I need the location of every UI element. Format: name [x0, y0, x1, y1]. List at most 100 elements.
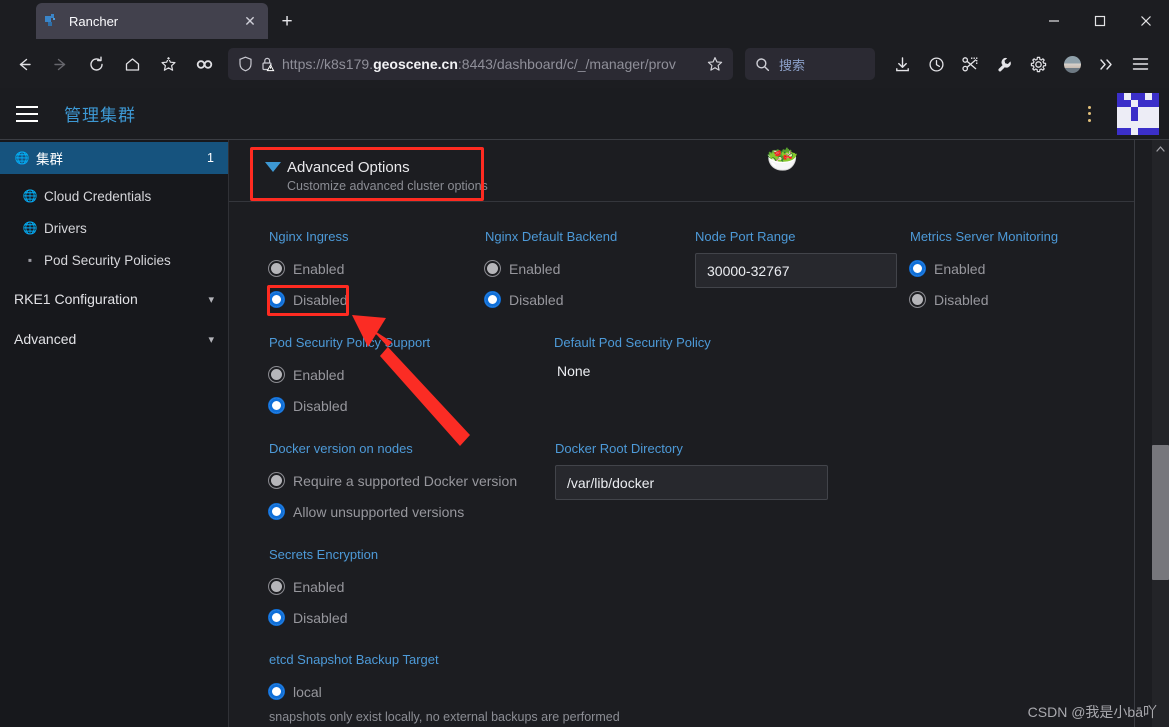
field-secrets-encryption: Secrets Encryption Enabled Disabled — [229, 547, 515, 633]
maximize-icon[interactable] — [1077, 0, 1123, 41]
radio-option[interactable]: Require a supported Docker version — [269, 465, 517, 496]
caret-down-icon[interactable] — [265, 162, 281, 172]
radio-option[interactable]: Allow unsupported versions — [269, 496, 515, 527]
radio-indicator[interactable] — [269, 579, 284, 594]
sidebar-group-rke1-configuration[interactable]: RKE1 Configuration ▾ — [0, 282, 228, 316]
page-title: 管理集群 — [64, 106, 136, 125]
scrollbar-track[interactable] — [1152, 140, 1169, 727]
main-content: Advanced Options Customize advanced clus… — [229, 140, 1169, 727]
radio-option[interactable]: Disabled — [485, 284, 655, 315]
advanced-options-header[interactable]: Advanced Options Customize advanced clus… — [229, 140, 1134, 202]
radio-label: local — [293, 683, 322, 700]
hamburger-menu-icon[interactable] — [16, 105, 38, 122]
field-label: Node Port Range — [695, 229, 796, 244]
radio-option[interactable]: Enabled — [269, 571, 515, 602]
pocket-icon[interactable] — [188, 49, 220, 81]
field-docker-root-directory: Docker Root Directory /var/lib/docker — [515, 441, 828, 527]
app-header: 管理集群 — [0, 88, 1169, 140]
scrollbar-thumb[interactable] — [1152, 445, 1169, 580]
chevron-up-icon[interactable] — [1152, 140, 1169, 157]
radio-option[interactable]: Enabled — [269, 253, 445, 284]
radio-indicator[interactable] — [269, 473, 284, 488]
chevron-down-icon: ▾ — [208, 333, 214, 346]
field-node-port-range: Node Port Range 30000-32767 — [655, 229, 897, 315]
minimize-icon[interactable] — [1031, 0, 1077, 41]
field-psp-support: Pod Security Policy Support Enabled Disa… — [229, 335, 514, 421]
chevron-double-right-icon[interactable] — [1089, 48, 1123, 80]
radio-indicator[interactable] — [269, 367, 284, 382]
gear-icon[interactable] — [1021, 48, 1055, 80]
radio-label: Disabled — [293, 397, 348, 414]
field-label: Nginx Ingress — [269, 229, 349, 244]
globe-icon: 🌐 — [14, 151, 30, 165]
radio-option[interactable]: Enabled — [485, 253, 655, 284]
wrench-icon[interactable] — [987, 48, 1021, 80]
downloads-icon[interactable] — [885, 48, 919, 80]
star-icon[interactable] — [703, 52, 727, 76]
field-etcd-snapshot-backup-target: etcd Snapshot Backup Target local snapsh… — [229, 652, 729, 724]
field-metrics-server-monitoring: Metrics Server Monitoring Enabled Disabl… — [870, 229, 1095, 315]
radio-indicator[interactable] — [269, 684, 284, 699]
sidebar-item-cloud-credentials[interactable]: 🌐 Cloud Credentials — [0, 180, 228, 212]
back-arrow-icon[interactable] — [8, 49, 40, 81]
advanced-options-title: Advanced Options — [287, 159, 410, 176]
radio-label: Disabled — [934, 291, 989, 308]
field-nginx-default-backend: Nginx Default Backend Enabled Disabled — [445, 229, 655, 315]
search-input[interactable]: 搜索 — [745, 48, 875, 80]
radio-indicator[interactable] — [269, 610, 284, 625]
radio-option[interactable]: Disabled — [910, 284, 1095, 315]
sidebar-item-clusters[interactable]: 🌐 集群 1 — [0, 142, 228, 174]
bookmark-add-icon[interactable] — [152, 49, 184, 81]
account-avatar-icon[interactable] — [1055, 48, 1089, 80]
radio-indicator[interactable] — [485, 261, 500, 276]
sidebar-item-drivers[interactable]: 🌐 Drivers — [0, 212, 228, 244]
radio-option[interactable]: Disabled — [269, 602, 515, 633]
sidebar-group-label: RKE1 Configuration — [14, 291, 138, 307]
shield-icon[interactable] — [234, 53, 256, 75]
close-icon[interactable] — [1123, 0, 1169, 41]
fruit-bowl-emoji: 🥗 — [766, 144, 799, 174]
sidebar-group-advanced[interactable]: Advanced ▾ — [0, 322, 228, 356]
screenshot-icon[interactable] — [953, 48, 987, 80]
radio-option[interactable]: Enabled — [269, 359, 514, 390]
radio-option[interactable]: local — [269, 676, 729, 707]
form-row-3: Docker version on nodes Require a suppor… — [229, 441, 1135, 527]
radio-indicator[interactable] — [269, 292, 284, 307]
radio-indicator[interactable] — [269, 398, 284, 413]
browser-tab[interactable]: Rancher ✕ — [36, 3, 268, 39]
globe-icon: 🌐 — [22, 221, 38, 235]
advanced-options-panel: Advanced Options Customize advanced clus… — [229, 140, 1135, 727]
radio-indicator[interactable] — [485, 292, 500, 307]
radio-indicator[interactable] — [910, 261, 925, 276]
forward-arrow-icon[interactable] — [44, 49, 76, 81]
radio-label: Disabled — [293, 609, 348, 626]
user-avatar-identicon[interactable] — [1117, 92, 1159, 135]
field-label: Docker version on nodes — [269, 441, 413, 456]
sidebar-item-pod-security-policies[interactable]: ▪ Pod Security Policies — [0, 244, 228, 276]
sidebar-item-label: Drivers — [44, 220, 87, 236]
close-icon[interactable]: ✕ — [240, 11, 260, 31]
docker-root-directory-input[interactable]: /var/lib/docker — [555, 465, 828, 500]
history-icon[interactable] — [919, 48, 953, 80]
chevron-down-icon: ▾ — [208, 293, 214, 306]
radio-label: Disabled — [509, 291, 564, 308]
radio-option[interactable]: Disabled — [269, 284, 445, 315]
address-bar[interactable]: https://k8s179.geoscene.cn:8443/dashboar… — [228, 48, 733, 80]
radio-option[interactable]: Enabled — [910, 253, 1095, 284]
radio-option[interactable]: Disabled — [269, 390, 514, 421]
reload-icon[interactable] — [80, 49, 112, 81]
globe-icon: 🌐 — [22, 189, 38, 203]
new-tab-button[interactable]: + — [275, 10, 299, 34]
sidebar-group-label: Advanced — [14, 331, 77, 347]
radio-indicator[interactable] — [269, 504, 284, 519]
node-port-range-input[interactable]: 30000-32767 — [695, 253, 897, 288]
lock-warning-icon[interactable] — [256, 53, 278, 75]
radio-indicator[interactable] — [269, 261, 284, 276]
radio-label: Enabled — [509, 260, 561, 277]
home-icon[interactable] — [116, 49, 148, 81]
kebab-menu-icon[interactable] — [1079, 104, 1099, 124]
window-controls — [1031, 0, 1169, 41]
browser-chrome: Rancher ✕ + https://k8s179.geoscene.cn:8… — [0, 0, 1169, 88]
app-menu-icon[interactable] — [1123, 48, 1157, 80]
radio-indicator[interactable] — [910, 292, 925, 307]
